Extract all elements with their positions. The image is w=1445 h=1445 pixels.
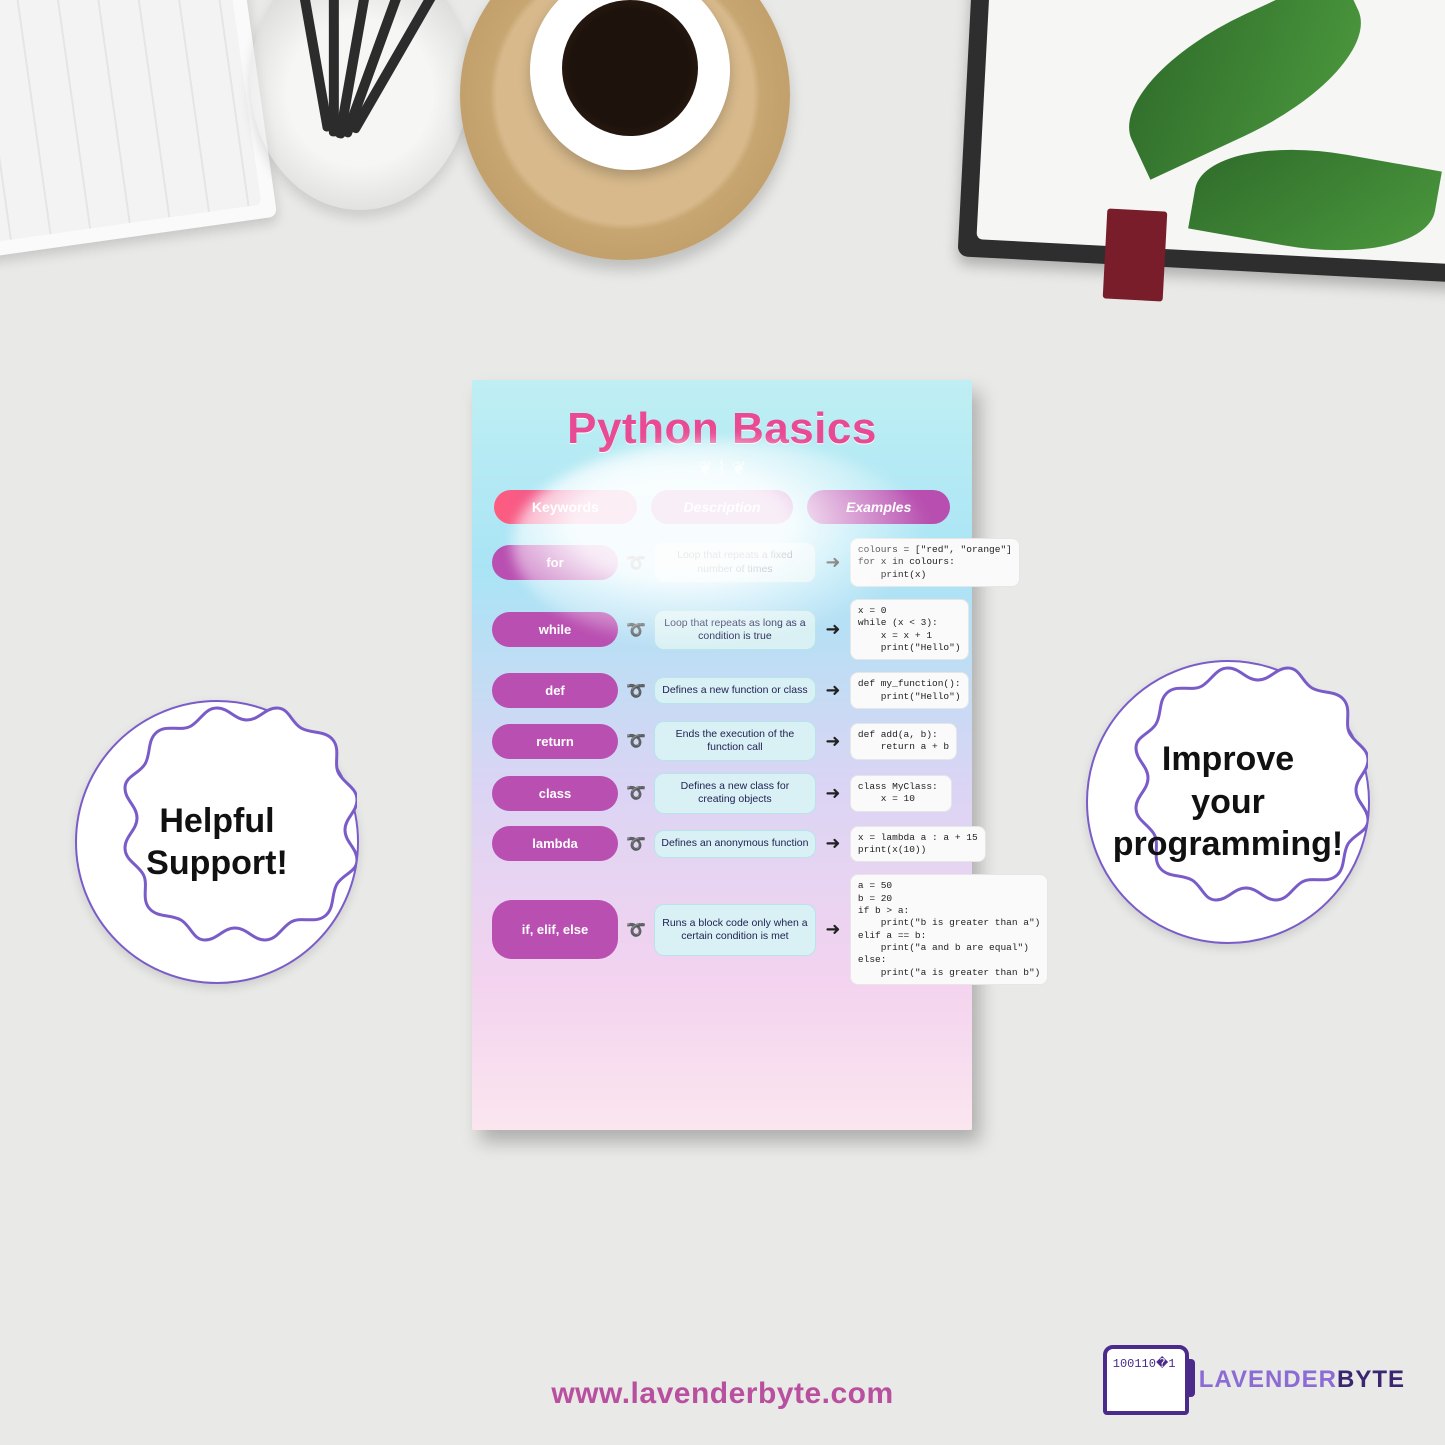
keyword-pill: while (492, 612, 618, 647)
brand: LAVENDERBYTE (1103, 1345, 1405, 1415)
description-box: Ends the execution of the function call (654, 721, 816, 761)
poster-row: lambda ➰ Defines an anonymous function ➜… (492, 826, 952, 863)
description-box: Defines an anonymous function (654, 830, 816, 857)
brand-text: LAVENDERBYTE (1199, 1366, 1405, 1394)
arrow-icon: ➜ (824, 619, 842, 640)
poster-row: if, elif, else ➰ Runs a block code only … (492, 874, 952, 985)
description-box: Defines a new class for creating objects (654, 773, 816, 813)
header-description: Description (651, 490, 794, 524)
connector-icon: ➰ (626, 620, 646, 640)
badge-text: Improve your programming! (1087, 738, 1369, 866)
keyboard-prop (0, 0, 277, 261)
poster-header-row: Keywords Description Examples (494, 490, 950, 524)
header-keywords: Keywords (494, 490, 637, 524)
badge-improve-programming: Improve your programming! (1086, 660, 1370, 944)
badge-helpful-support: Helpful Support! (75, 700, 359, 984)
header-examples: Examples (807, 490, 950, 524)
flourish-icon: ❦ ⌇ ❦ (492, 458, 952, 480)
description-box: Defines a new function or class (654, 677, 816, 704)
connector-icon: ➰ (626, 731, 646, 751)
description-box: Loop that repeats a fixed number of time… (654, 542, 816, 582)
keyword-pill: lambda (492, 826, 618, 861)
connector-icon: ➰ (626, 834, 646, 854)
poster-row: class ➰ Defines a new class for creating… (492, 773, 952, 813)
example-box: x = 0 while (x < 3): x = x + 1 print("He… (850, 599, 969, 660)
brand-text-a: LAVENDER (1199, 1366, 1337, 1393)
connector-icon: ➰ (626, 920, 646, 940)
keyword-pill: class (492, 776, 618, 811)
brand-text-b: BYTE (1337, 1366, 1405, 1393)
connector-icon: ➰ (626, 553, 646, 573)
description-box: Loop that repeats as long as a condition… (654, 610, 816, 650)
example-box: colours = ["red", "orange"] for x in col… (850, 538, 1020, 587)
arrow-icon: ➜ (824, 833, 842, 854)
poster-row: def ➰ Defines a new function or class ➜ … (492, 672, 952, 709)
bookmark-prop (1103, 208, 1168, 301)
description-box: Runs a block code only when a certain co… (654, 904, 816, 956)
example-box: a = 50 b = 20 if b > a: print("b is grea… (850, 874, 1048, 985)
poster-row: return ➰ Ends the execution of the funct… (492, 721, 952, 761)
keyword-pill: for (492, 545, 618, 580)
badge-text: Helpful Support! (120, 800, 314, 885)
python-basics-poster: Python Basics ❦ ⌇ ❦ Keywords Description… (472, 380, 972, 1130)
poster-rows: for ➰ Loop that repeats a fixed number o… (492, 538, 952, 985)
connector-icon: ➰ (626, 783, 646, 803)
stage: Helpful Support! Improve your programmin… (0, 0, 1445, 1445)
poster-row: while ➰ Loop that repeats as long as a c… (492, 599, 952, 660)
arrow-icon: ➜ (824, 783, 842, 804)
connector-icon: ➰ (626, 681, 646, 701)
example-box: def add(a, b): return a + b (850, 723, 957, 760)
poster-title: Python Basics (492, 404, 952, 454)
keyword-pill: return (492, 724, 618, 759)
arrow-icon: ➜ (824, 680, 842, 701)
example-box: def my_function(): print("Hello") (850, 672, 969, 709)
example-box: class MyClass: x = 10 (850, 775, 952, 812)
keyword-pill: def (492, 673, 618, 708)
arrow-icon: ➜ (824, 552, 842, 573)
arrow-icon: ➜ (824, 731, 842, 752)
arrow-icon: ➜ (824, 919, 842, 940)
poster-row: for ➰ Loop that repeats a fixed number o… (492, 538, 952, 587)
example-box: x = lambda a : a + 15 print(x(10)) (850, 826, 986, 863)
brand-logo-icon (1103, 1345, 1189, 1415)
keyword-pill: if, elif, else (492, 900, 618, 959)
